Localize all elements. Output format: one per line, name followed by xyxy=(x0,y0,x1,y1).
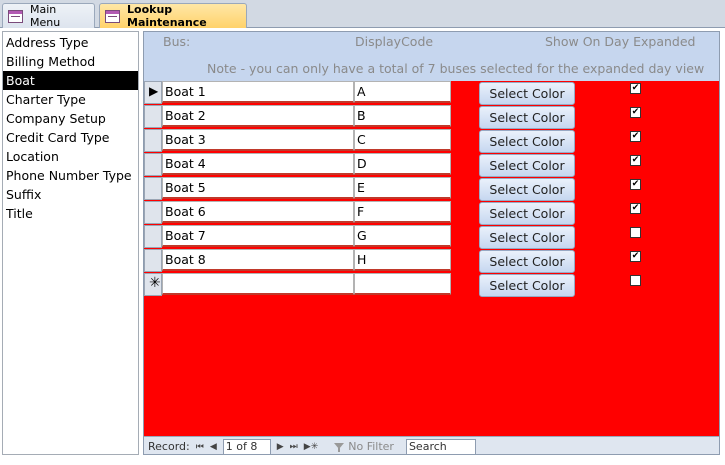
lookup-list-item[interactable]: Phone Number Type xyxy=(3,166,138,185)
select-color-button[interactable]: Select Color xyxy=(479,130,575,153)
current-record-icon: ▶ xyxy=(149,84,159,98)
select-color-button[interactable]: Select Color xyxy=(479,226,575,249)
record-selector[interactable]: ▶ xyxy=(144,81,162,104)
display-code-field[interactable]: D xyxy=(354,153,451,175)
next-record-icon[interactable]: ▶ xyxy=(277,442,284,452)
tab-label: Lookup Maintenance xyxy=(127,3,207,29)
first-record-icon[interactable]: ⏮ xyxy=(196,442,204,452)
form-header: Bus: DisplayCode Show On Day Expanded No… xyxy=(144,32,719,81)
lookup-list-item[interactable]: Location xyxy=(3,147,138,166)
record-label: Record: xyxy=(148,440,190,453)
record-position-field[interactable]: 1 of 8 xyxy=(222,438,271,454)
filter-toggle[interactable]: No Filter xyxy=(334,440,394,453)
select-color-button[interactable]: Select Color xyxy=(479,82,575,105)
show-on-day-checkbox[interactable]: ✔ xyxy=(630,107,641,118)
show-on-day-checkbox[interactable]: ✔ xyxy=(630,203,641,214)
boat-name-field[interactable]: Boat 6 xyxy=(162,201,354,223)
record-selector[interactable] xyxy=(144,129,162,152)
select-color-button[interactable]: Select Color xyxy=(479,154,575,177)
display-code-field[interactable]: F xyxy=(354,201,451,223)
new-record-selector[interactable]: ✳ xyxy=(144,273,162,296)
boat-name-field[interactable]: Boat 4 xyxy=(162,153,354,175)
record-selector[interactable] xyxy=(144,225,162,248)
display-code-field[interactable]: G xyxy=(354,225,451,247)
record-selector[interactable] xyxy=(144,201,162,224)
lookup-list-item[interactable]: Suffix xyxy=(3,185,138,204)
record-navigation-bar: Record: ⏮ ◀ 1 of 8 ▶ ⏭ ▶✳ No Filter Sear… xyxy=(144,436,719,454)
boat-name-field[interactable]: Boat 8 xyxy=(162,249,354,271)
boat-name-field[interactable] xyxy=(162,273,354,295)
form-icon xyxy=(8,9,23,23)
boat-name-field[interactable]: Boat 7 xyxy=(162,225,354,247)
select-color-button[interactable]: Select Color xyxy=(479,250,575,273)
boat-name-field[interactable]: Boat 5 xyxy=(162,177,354,199)
boat-name-field[interactable]: Boat 2 xyxy=(162,105,354,127)
form-icon xyxy=(105,9,120,23)
display-code-field[interactable] xyxy=(354,273,451,295)
search-input[interactable]: Search xyxy=(405,438,476,454)
lookup-form: Bus: DisplayCode Show On Day Expanded No… xyxy=(143,31,720,455)
filter-label: No Filter xyxy=(348,440,394,453)
selection-limit-note: Note - you can only have a total of 7 bu… xyxy=(207,61,705,76)
lookup-list-item[interactable]: Charter Type xyxy=(3,90,138,109)
record-selector[interactable] xyxy=(144,249,162,272)
boat-name-field[interactable]: Boat 3 xyxy=(162,129,354,151)
tab-label: Main Menu xyxy=(30,3,61,29)
select-color-button[interactable]: Select Color xyxy=(479,106,575,129)
record-selector[interactable] xyxy=(144,105,162,128)
show-on-day-checkbox[interactable]: ✔ xyxy=(630,83,641,94)
record-selector[interactable] xyxy=(144,177,162,200)
lookup-list-item[interactable]: Title xyxy=(3,204,138,223)
tab-main-menu[interactable]: Main Menu xyxy=(2,3,95,29)
select-color-button[interactable]: Select Color xyxy=(479,274,575,297)
show-on-day-checkbox[interactable] xyxy=(630,275,641,286)
lookup-list-item[interactable]: Company Setup xyxy=(3,109,138,128)
show-on-day-checkbox[interactable]: ✔ xyxy=(630,179,641,190)
previous-record-icon[interactable]: ◀ xyxy=(210,442,217,452)
tab-lookup-maintenance[interactable]: Lookup Maintenance xyxy=(99,3,247,29)
select-color-button[interactable]: Select Color xyxy=(479,202,575,225)
lookup-list-item[interactable]: Billing Method xyxy=(3,52,138,71)
lookup-list-item[interactable]: Credit Card Type xyxy=(3,128,138,147)
record-selector[interactable] xyxy=(144,153,162,176)
funnel-icon xyxy=(334,442,345,452)
document-tab-bar: Main Menu Lookup Maintenance xyxy=(0,0,725,29)
show-on-day-checkbox[interactable] xyxy=(630,227,641,238)
last-record-icon[interactable]: ⏭ xyxy=(290,442,298,452)
show-on-day-column-header: Show On Day Expanded xyxy=(545,34,696,49)
lookup-type-list[interactable]: Address Type Billing Method Boat Charter Ty… xyxy=(2,31,139,455)
display-code-field[interactable]: E xyxy=(354,177,451,199)
show-on-day-checkbox[interactable]: ✔ xyxy=(630,155,641,166)
display-code-column-header: DisplayCode xyxy=(355,34,434,49)
display-code-field[interactable]: C xyxy=(354,129,451,151)
select-color-button[interactable]: Select Color xyxy=(479,178,575,201)
lookup-list-item[interactable]: Address Type xyxy=(3,33,138,52)
display-code-field[interactable]: A xyxy=(354,81,451,103)
bus-column-header: Bus: xyxy=(163,34,191,49)
display-code-field[interactable]: H xyxy=(354,249,451,271)
new-record-icon: ✳ xyxy=(149,275,161,291)
boat-name-field[interactable]: Boat 1 xyxy=(162,81,354,103)
show-on-day-checkbox[interactable]: ✔ xyxy=(630,131,641,142)
show-on-day-checkbox[interactable]: ✔ xyxy=(630,251,641,262)
new-record-icon[interactable]: ▶✳ xyxy=(304,442,318,452)
display-code-field[interactable]: B xyxy=(354,105,451,127)
lookup-list-item[interactable]: Boat xyxy=(3,71,138,90)
